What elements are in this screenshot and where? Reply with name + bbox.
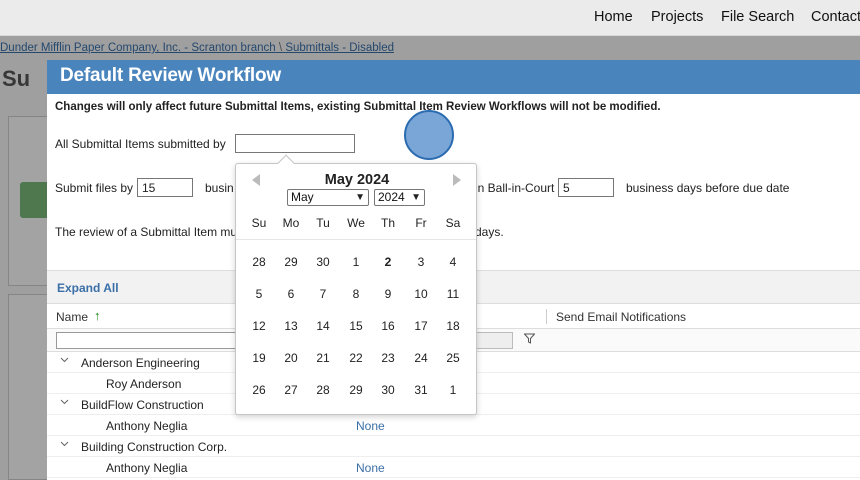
group-label: Anderson Engineering [81,356,200,370]
ball-in-court-suffix: business days before due date [626,181,790,195]
row-name: Anthony Neglia [106,419,188,433]
calendar-day[interactable]: 31 [405,376,437,404]
group-label: Building Construction Corp. [81,440,228,454]
table-row-group[interactable]: Building Construction Corp. [47,436,860,457]
calendar-day[interactable]: 8 [340,280,372,308]
calendar-day[interactable]: 5 [243,280,275,308]
chevron-down-icon[interactable] [60,355,69,367]
calendar-day[interactable]: 4 [437,248,469,276]
submitted-by-date-input[interactable] [235,134,355,153]
ball-in-court-label: in Ball-in-Court [475,181,555,195]
year-select[interactable]: 2024 ▼ [374,189,425,206]
column-divider[interactable] [546,309,547,324]
chevron-down-icon: ▼ [411,192,421,203]
calendar-day[interactable]: 1 [437,376,469,404]
chevron-down-icon[interactable] [60,397,69,409]
calendar-day[interactable]: 6 [275,280,307,308]
group-label: BuildFlow Construction [81,398,204,412]
calendar-day[interactable]: 11 [437,280,469,308]
calendar-day[interactable]: 7 [307,280,339,308]
calendar-day[interactable]: 25 [437,344,469,372]
calendar-day[interactable]: 3 [405,248,437,276]
chevron-down-icon: ▼ [355,192,365,203]
submit-files-days-input[interactable] [137,178,193,197]
calendar-day[interactable]: 14 [307,312,339,340]
weekday-label: Th [380,216,395,230]
submit-files-suffix: busin [205,181,234,195]
month-select[interactable]: May ▼ [287,189,369,206]
calendar-day[interactable]: 30 [307,248,339,276]
submit-files-label: Submit files by [55,181,134,195]
calendar-day[interactable]: 12 [243,312,275,340]
column-header-email-notifications[interactable]: Send Email Notifications [556,310,686,324]
calendar-day-today[interactable]: 2 [372,248,404,276]
dialog-title: Default Review Workflow [47,60,860,94]
calendar-day[interactable]: 24 [405,344,437,372]
row-email-notification[interactable]: None [356,461,385,475]
calendar-day[interactable]: 29 [340,376,372,404]
calendar-day[interactable]: 21 [307,344,339,372]
month-select-value: May [291,190,314,204]
weekday-label: Fr [415,216,427,230]
calendar-day[interactable]: 9 [372,280,404,308]
weekday-label: Mo [282,216,300,230]
review-suffix: days. [475,225,504,239]
expand-all-button[interactable]: Expand All [57,281,119,295]
nav-home[interactable]: Home [594,9,633,25]
submitted-by-label: All Submittal Items submitted by [55,137,226,151]
calendar-day[interactable]: 28 [243,248,275,276]
calendar-day[interactable]: 19 [243,344,275,372]
table-row[interactable]: Anthony Neglia None [47,415,860,436]
nav-contact[interactable]: Contact [811,9,860,25]
column-header-name[interactable]: Name [56,310,88,324]
date-picker: May 2024 May ▼ 2024 ▼ Su Mo Tu We Th Fr Sa 28 2… [235,154,477,415]
calendar-day[interactable]: 22 [340,344,372,372]
weekday-label: Sa [445,216,461,230]
calendar-day[interactable]: 26 [243,376,275,404]
weekday-label: Su [251,216,267,230]
review-label: The review of a Submittal Item mu [55,225,238,239]
top-navigation: Home Projects File Search Contact [0,0,860,36]
row-name: Anthony Neglia [106,461,188,475]
calendar-day[interactable]: 13 [275,312,307,340]
nav-file-search[interactable]: File Search [721,9,794,25]
year-select-value: 2024 [378,190,405,204]
calendar-day[interactable]: 20 [275,344,307,372]
notice-text: Changes will only affect future Submitta… [55,101,661,113]
filter-icon[interactable] [523,333,536,347]
calendar-day[interactable]: 27 [275,376,307,404]
calendar-day[interactable]: 1 [340,248,372,276]
calendar-day[interactable]: 10 [405,280,437,308]
chevron-down-icon[interactable] [60,439,69,451]
cursor-click-indicator [404,110,454,160]
row-email-notification[interactable]: None [356,419,385,433]
name-filter-input[interactable] [56,332,256,349]
calendar-title: May 2024 [324,172,390,188]
calendar-day[interactable]: 17 [405,312,437,340]
calendar-day[interactable]: 28 [307,376,339,404]
table-row[interactable]: Anthony Neglia None [47,457,860,478]
calendar-day[interactable]: 16 [372,312,404,340]
calendar-day[interactable]: 30 [372,376,404,404]
calendar-day[interactable]: 15 [340,312,372,340]
calendar-day[interactable]: 18 [437,312,469,340]
nav-projects[interactable]: Projects [651,9,703,25]
calendar-day[interactable]: 23 [372,344,404,372]
row-name: Roy Anderson [106,377,182,391]
ball-in-court-days-input[interactable] [558,178,614,197]
sort-ascending-icon: ↑ [94,308,101,323]
next-month-icon[interactable] [452,174,461,189]
weekday-label: We [347,216,365,230]
calendar-divider [236,239,476,240]
weekday-label: Tu [316,216,330,230]
calendar-day[interactable]: 29 [275,248,307,276]
